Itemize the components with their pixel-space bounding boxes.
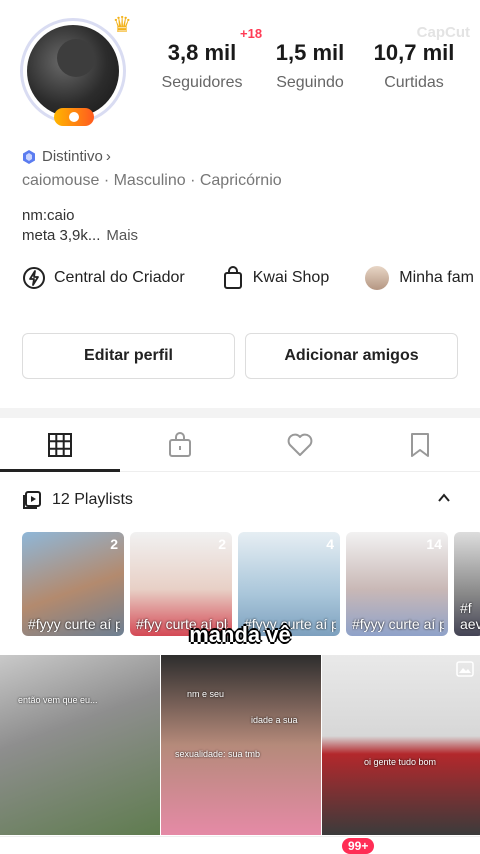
family-link[interactable]: Minha fam — [365, 266, 474, 290]
tab-liked[interactable] — [240, 418, 360, 471]
notification-badge[interactable]: 99+ — [342, 838, 375, 854]
content-tabs — [0, 418, 480, 472]
playlist-icon — [23, 491, 41, 509]
hexagon-badge-icon — [23, 149, 35, 164]
shortcuts-row: Central do Criador Kwai Shop Minha fam — [22, 266, 480, 290]
shopping-bag-icon — [223, 266, 242, 289]
video-caption-overlay: manda vê — [189, 622, 291, 647]
active-tab-indicator — [0, 469, 120, 472]
avatar[interactable]: ♛ — [20, 12, 132, 126]
tab-saved[interactable] — [360, 418, 480, 471]
plus18-badge: +18 — [240, 26, 263, 41]
badge-label: Distintivo — [42, 148, 103, 165]
video-grid: então vem que eu... nm e seu idade a sua… — [0, 655, 480, 835]
watermark: CapCut — [416, 24, 470, 41]
lock-bag-icon — [169, 431, 191, 457]
tab-posts[interactable] — [0, 418, 120, 471]
stat-followers[interactable]: 3,8 mil Seguidores — [148, 40, 256, 92]
grid-icon — [48, 432, 72, 457]
playlist-card[interactable]: #f aev — [454, 532, 480, 636]
lightning-icon — [23, 267, 45, 289]
playlist-card[interactable]: 2 #fyyy curte aí plss pra não ... — [22, 532, 124, 636]
creator-center-link[interactable]: Central do Criador — [22, 266, 185, 290]
image-icon — [456, 661, 474, 677]
stat-following[interactable]: 1,5 mil Seguindo — [256, 40, 364, 92]
badge-link[interactable]: Distintivo › — [22, 148, 111, 165]
video-tile[interactable]: nm e seu idade a sua sexualidade: sua tm… — [161, 655, 321, 835]
profile-meta: caiomouse · Masculino · Capricórnio — [22, 172, 282, 189]
bio-line: nm:caio — [22, 207, 75, 224]
bio-line: meta 3,9k... Mais — [22, 227, 139, 244]
bio-more-link[interactable]: Mais — [106, 227, 138, 244]
kwai-shop-link[interactable]: Kwai Shop — [221, 266, 329, 290]
live-badge-icon — [54, 108, 94, 126]
add-friends-button[interactable]: Adicionar amigos — [245, 333, 458, 379]
crown-icon: ♛ — [112, 12, 132, 37]
tab-private[interactable] — [120, 418, 240, 471]
chevron-up-icon[interactable] — [436, 490, 452, 506]
family-avatar — [365, 266, 390, 290]
video-tile[interactable]: então vem que eu... — [0, 655, 160, 835]
stats-row: 3,8 mil Seguidores 1,5 mil Seguindo 10,7… — [148, 40, 464, 92]
video-tile[interactable]: oi gente tudo bom — [322, 655, 480, 835]
edit-profile-button[interactable]: Editar perfil — [22, 333, 235, 379]
section-divider — [0, 408, 480, 418]
stat-likes[interactable]: 10,7 mil Curtidas — [364, 40, 464, 92]
playlist-card[interactable]: 14 #fyyy curte aí plss — [346, 532, 448, 636]
bottom-navigation — [0, 836, 480, 854]
playlist-card[interactable]: 4 #fyyy curte aí por favor — [238, 532, 340, 636]
playlist-card[interactable]: 2 #fyy curte aí plss — [130, 532, 232, 636]
bookmark-icon — [411, 432, 429, 457]
heart-icon — [287, 433, 313, 456]
chevron-right-icon: › — [105, 148, 111, 165]
playlists-header[interactable]: 12 Playlists — [22, 490, 462, 510]
profile-actions: Editar perfil Adicionar amigos — [22, 333, 458, 379]
playlist-carousel: 2 #fyyy curte aí plss pra não ... 2 #fyy… — [22, 532, 480, 636]
